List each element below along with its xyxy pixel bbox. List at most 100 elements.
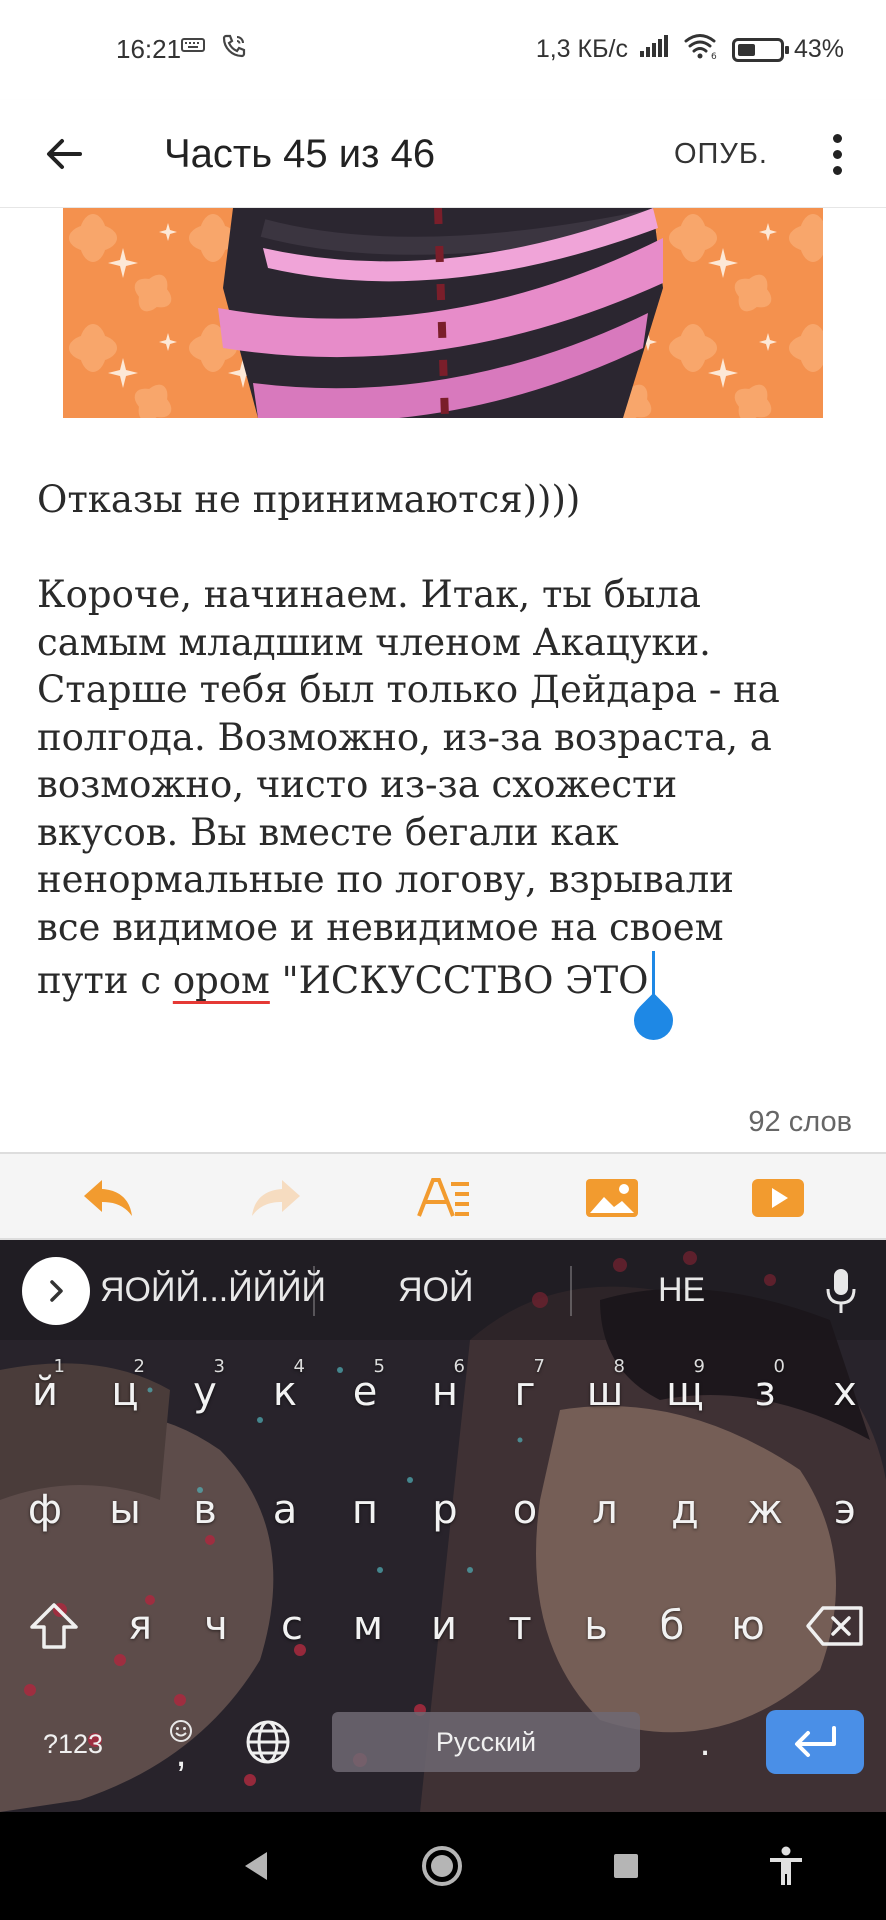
more-vert-icon[interactable] bbox=[814, 124, 860, 184]
key-9[interactable]: з0 bbox=[725, 1342, 805, 1442]
key-row3-8[interactable]: ю bbox=[710, 1576, 786, 1676]
key-row2-0[interactable]: ф bbox=[5, 1460, 85, 1560]
key-row2-1[interactable]: ы bbox=[85, 1460, 165, 1560]
net-speed: 1,3 КБ/с bbox=[535, 35, 628, 63]
key-0[interactable]: й1 bbox=[5, 1342, 85, 1442]
key-row-3: ячсмитьбю bbox=[0, 1576, 886, 1676]
story-paragraph: Короче, начинаем. Итак, ты была самым мла… bbox=[37, 571, 857, 951]
app-bar: Часть 45 из 46 ОПУБ. bbox=[0, 100, 886, 208]
key-1[interactable]: ц2 bbox=[85, 1342, 165, 1442]
battery-percent: 43% bbox=[793, 35, 844, 63]
shift-key[interactable] bbox=[14, 1576, 94, 1676]
suggestion-2[interactable]: ЯОЙ bbox=[398, 1262, 473, 1318]
shift-icon bbox=[30, 1603, 78, 1649]
suggestion-1[interactable]: ЯОЙЙ...ЙЙЙЙ bbox=[100, 1262, 326, 1318]
key-number-hint: 4 bbox=[293, 1356, 305, 1377]
insert-video-icon[interactable] bbox=[746, 1166, 810, 1230]
misspelled-word[interactable]: ором bbox=[173, 959, 270, 1002]
call-icon bbox=[220, 32, 248, 64]
comma-label: , bbox=[175, 1731, 187, 1775]
enter-key[interactable] bbox=[766, 1710, 864, 1774]
status-time: 16:21 bbox=[116, 34, 182, 64]
back-triangle-icon[interactable] bbox=[226, 1836, 286, 1896]
key-label: з bbox=[754, 1369, 776, 1415]
text-format-icon[interactable] bbox=[412, 1166, 476, 1230]
key-row2-6[interactable]: о bbox=[485, 1460, 565, 1560]
key-row3-0[interactable]: я bbox=[102, 1576, 178, 1676]
enter-icon bbox=[795, 1726, 836, 1757]
symbols-key[interactable]: ?123 bbox=[28, 1716, 118, 1772]
keyboard-icon bbox=[180, 32, 206, 64]
key-number-hint: 8 bbox=[613, 1356, 625, 1377]
key-number-hint: 6 bbox=[453, 1356, 465, 1377]
key-7[interactable]: ш8 bbox=[565, 1342, 645, 1442]
key-row3-6[interactable]: ь bbox=[558, 1576, 634, 1676]
key-row2-8[interactable]: д bbox=[645, 1460, 725, 1560]
key-row2-3[interactable]: а bbox=[245, 1460, 325, 1560]
key-number-hint: 9 bbox=[693, 1356, 705, 1377]
story-editor[interactable]: Отказы не принимаются)))) Короче, начинае… bbox=[0, 208, 886, 1152]
emoji-comma-key[interactable]: , bbox=[156, 1698, 206, 1788]
mic-icon[interactable] bbox=[818, 1262, 864, 1320]
period-key[interactable]: . bbox=[680, 1710, 730, 1774]
key-5[interactable]: н6 bbox=[405, 1342, 485, 1442]
redo-icon[interactable] bbox=[244, 1166, 308, 1230]
text-line: вкусов. Вы вместе бегали как bbox=[37, 810, 619, 854]
key-row3-3[interactable]: м bbox=[330, 1576, 406, 1676]
suggestion-bar: ЯОЙЙ...ЙЙЙЙ ЯОЙ НЕ bbox=[0, 1240, 886, 1340]
text-line: Отказы не принимаются)))) bbox=[37, 478, 581, 521]
recents-square-icon[interactable] bbox=[596, 1836, 656, 1896]
text-caret[interactable] bbox=[626, 951, 682, 1049]
key-6[interactable]: г7 bbox=[485, 1342, 565, 1442]
key-row3-7[interactable]: б bbox=[634, 1576, 710, 1676]
key-row2-4[interactable]: п bbox=[325, 1460, 405, 1560]
key-row2-2[interactable]: в bbox=[165, 1460, 245, 1560]
status-icons-left bbox=[180, 32, 248, 64]
globe-icon bbox=[246, 1720, 290, 1764]
key-row3-5[interactable]: т bbox=[482, 1576, 558, 1676]
key-row3-1[interactable]: ч bbox=[178, 1576, 254, 1676]
soft-keyboard: ЯОЙЙ...ЙЙЙЙ ЯОЙ НЕ й1ц2у3к4е5н6г7ш8щ9з0х… bbox=[0, 1240, 886, 1812]
text-line: все видимое и невидимое на своем bbox=[37, 905, 724, 949]
system-nav-bar bbox=[0, 1812, 886, 1920]
key-4[interactable]: е5 bbox=[325, 1342, 405, 1442]
home-circle-icon[interactable] bbox=[412, 1836, 472, 1896]
back-button[interactable] bbox=[34, 124, 94, 184]
svg-text:6: 6 bbox=[711, 52, 717, 60]
publish-button[interactable]: ОПУБ. bbox=[674, 124, 768, 184]
insert-image-icon[interactable] bbox=[580, 1166, 644, 1230]
battery-icon bbox=[731, 37, 789, 62]
key-number-hint: 0 bbox=[773, 1356, 785, 1377]
undo-icon[interactable] bbox=[76, 1166, 140, 1230]
language-key[interactable] bbox=[240, 1714, 296, 1770]
text-segment: пути с bbox=[37, 959, 173, 1002]
key-number-hint: 5 bbox=[373, 1356, 385, 1377]
key-row3-2[interactable]: с bbox=[254, 1576, 330, 1676]
suggestion-divider bbox=[313, 1266, 315, 1316]
text-line: возможно, чисто из-за схожести bbox=[37, 763, 678, 806]
chevron-right-icon bbox=[50, 1280, 63, 1302]
key-8[interactable]: щ9 bbox=[645, 1342, 725, 1442]
status-bar: 16:21 1,3 КБ/с 6 43% bbox=[0, 0, 886, 100]
key-row3-4[interactable]: и bbox=[406, 1576, 482, 1676]
expand-toolbar-button[interactable] bbox=[22, 1257, 90, 1325]
key-number-hint: 2 bbox=[133, 1356, 145, 1377]
story-text[interactable]: Отказы не принимаются)))) Короче, начинае… bbox=[37, 476, 857, 1049]
key-row2-9[interactable]: ж bbox=[725, 1460, 805, 1560]
key-row2-10[interactable]: э bbox=[805, 1460, 885, 1560]
text-line: самым младшим членом Акацуки. bbox=[37, 620, 711, 664]
signal-icon bbox=[638, 33, 672, 66]
word-count: 92 слов bbox=[748, 1106, 852, 1138]
key-row2-7[interactable]: л bbox=[565, 1460, 645, 1560]
key-2[interactable]: у3 bbox=[165, 1342, 245, 1442]
backspace-key[interactable] bbox=[792, 1576, 878, 1676]
suggestion-3[interactable]: НЕ bbox=[658, 1262, 705, 1318]
key-3[interactable]: к4 bbox=[245, 1342, 325, 1442]
accessibility-icon[interactable] bbox=[756, 1836, 816, 1896]
key-row2-5[interactable]: р bbox=[405, 1460, 485, 1560]
space-key[interactable]: Русский bbox=[332, 1712, 640, 1772]
page-title: Часть 45 из 46 bbox=[164, 132, 436, 176]
key-row-1: й1ц2у3к4е5н6г7ш8щ9з0х bbox=[0, 1342, 886, 1442]
key-10[interactable]: х bbox=[805, 1342, 885, 1442]
text-line: Короче, начинаем. Итак, ты была bbox=[37, 573, 701, 616]
